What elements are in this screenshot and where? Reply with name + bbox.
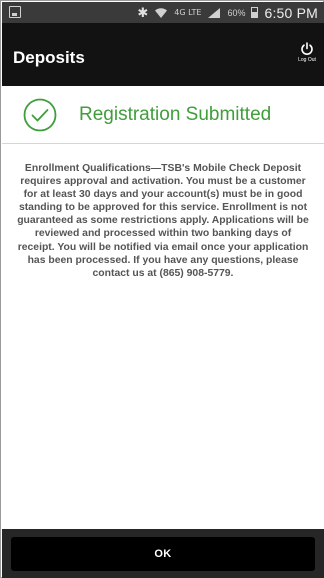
page-title: Deposits — [13, 48, 85, 67]
wifi-icon — [154, 7, 168, 19]
success-message: Registration Submitted — [79, 104, 272, 125]
content-area: Enrollment Qualifications—TSB's Mobile C… — [2, 144, 324, 529]
logout-label: Log Out — [298, 57, 316, 63]
status-time: 6:50 PM — [264, 4, 318, 21]
success-banner: Registration Submitted — [2, 86, 324, 144]
check-circle-icon — [23, 98, 57, 132]
app-header: Deposits Log Out — [2, 23, 324, 86]
footer-bar: OK — [2, 529, 324, 578]
bluetooth-icon: ✱ — [137, 4, 149, 20]
battery-icon — [251, 7, 259, 18]
screen-frame: ✱ 4G LTE 60% 6:50 PM Deposits Log Out Re… — [0, 0, 324, 578]
enrollment-qualifications-text: Enrollment Qualifications—TSB's Mobile C… — [17, 163, 309, 279]
network-type-label: 4G LTE — [174, 7, 202, 17]
power-icon — [301, 42, 313, 55]
ok-button[interactable]: OK — [11, 537, 315, 571]
gallery-icon — [9, 6, 21, 18]
battery-percent: 60% — [227, 7, 246, 18]
signal-icon — [207, 7, 221, 19]
status-icons: ✱ 4G LTE 60% 6:50 PM — [137, 4, 318, 21]
status-bar: ✱ 4G LTE 60% 6:50 PM — [2, 2, 324, 23]
logout-button[interactable]: Log Out — [296, 42, 318, 63]
